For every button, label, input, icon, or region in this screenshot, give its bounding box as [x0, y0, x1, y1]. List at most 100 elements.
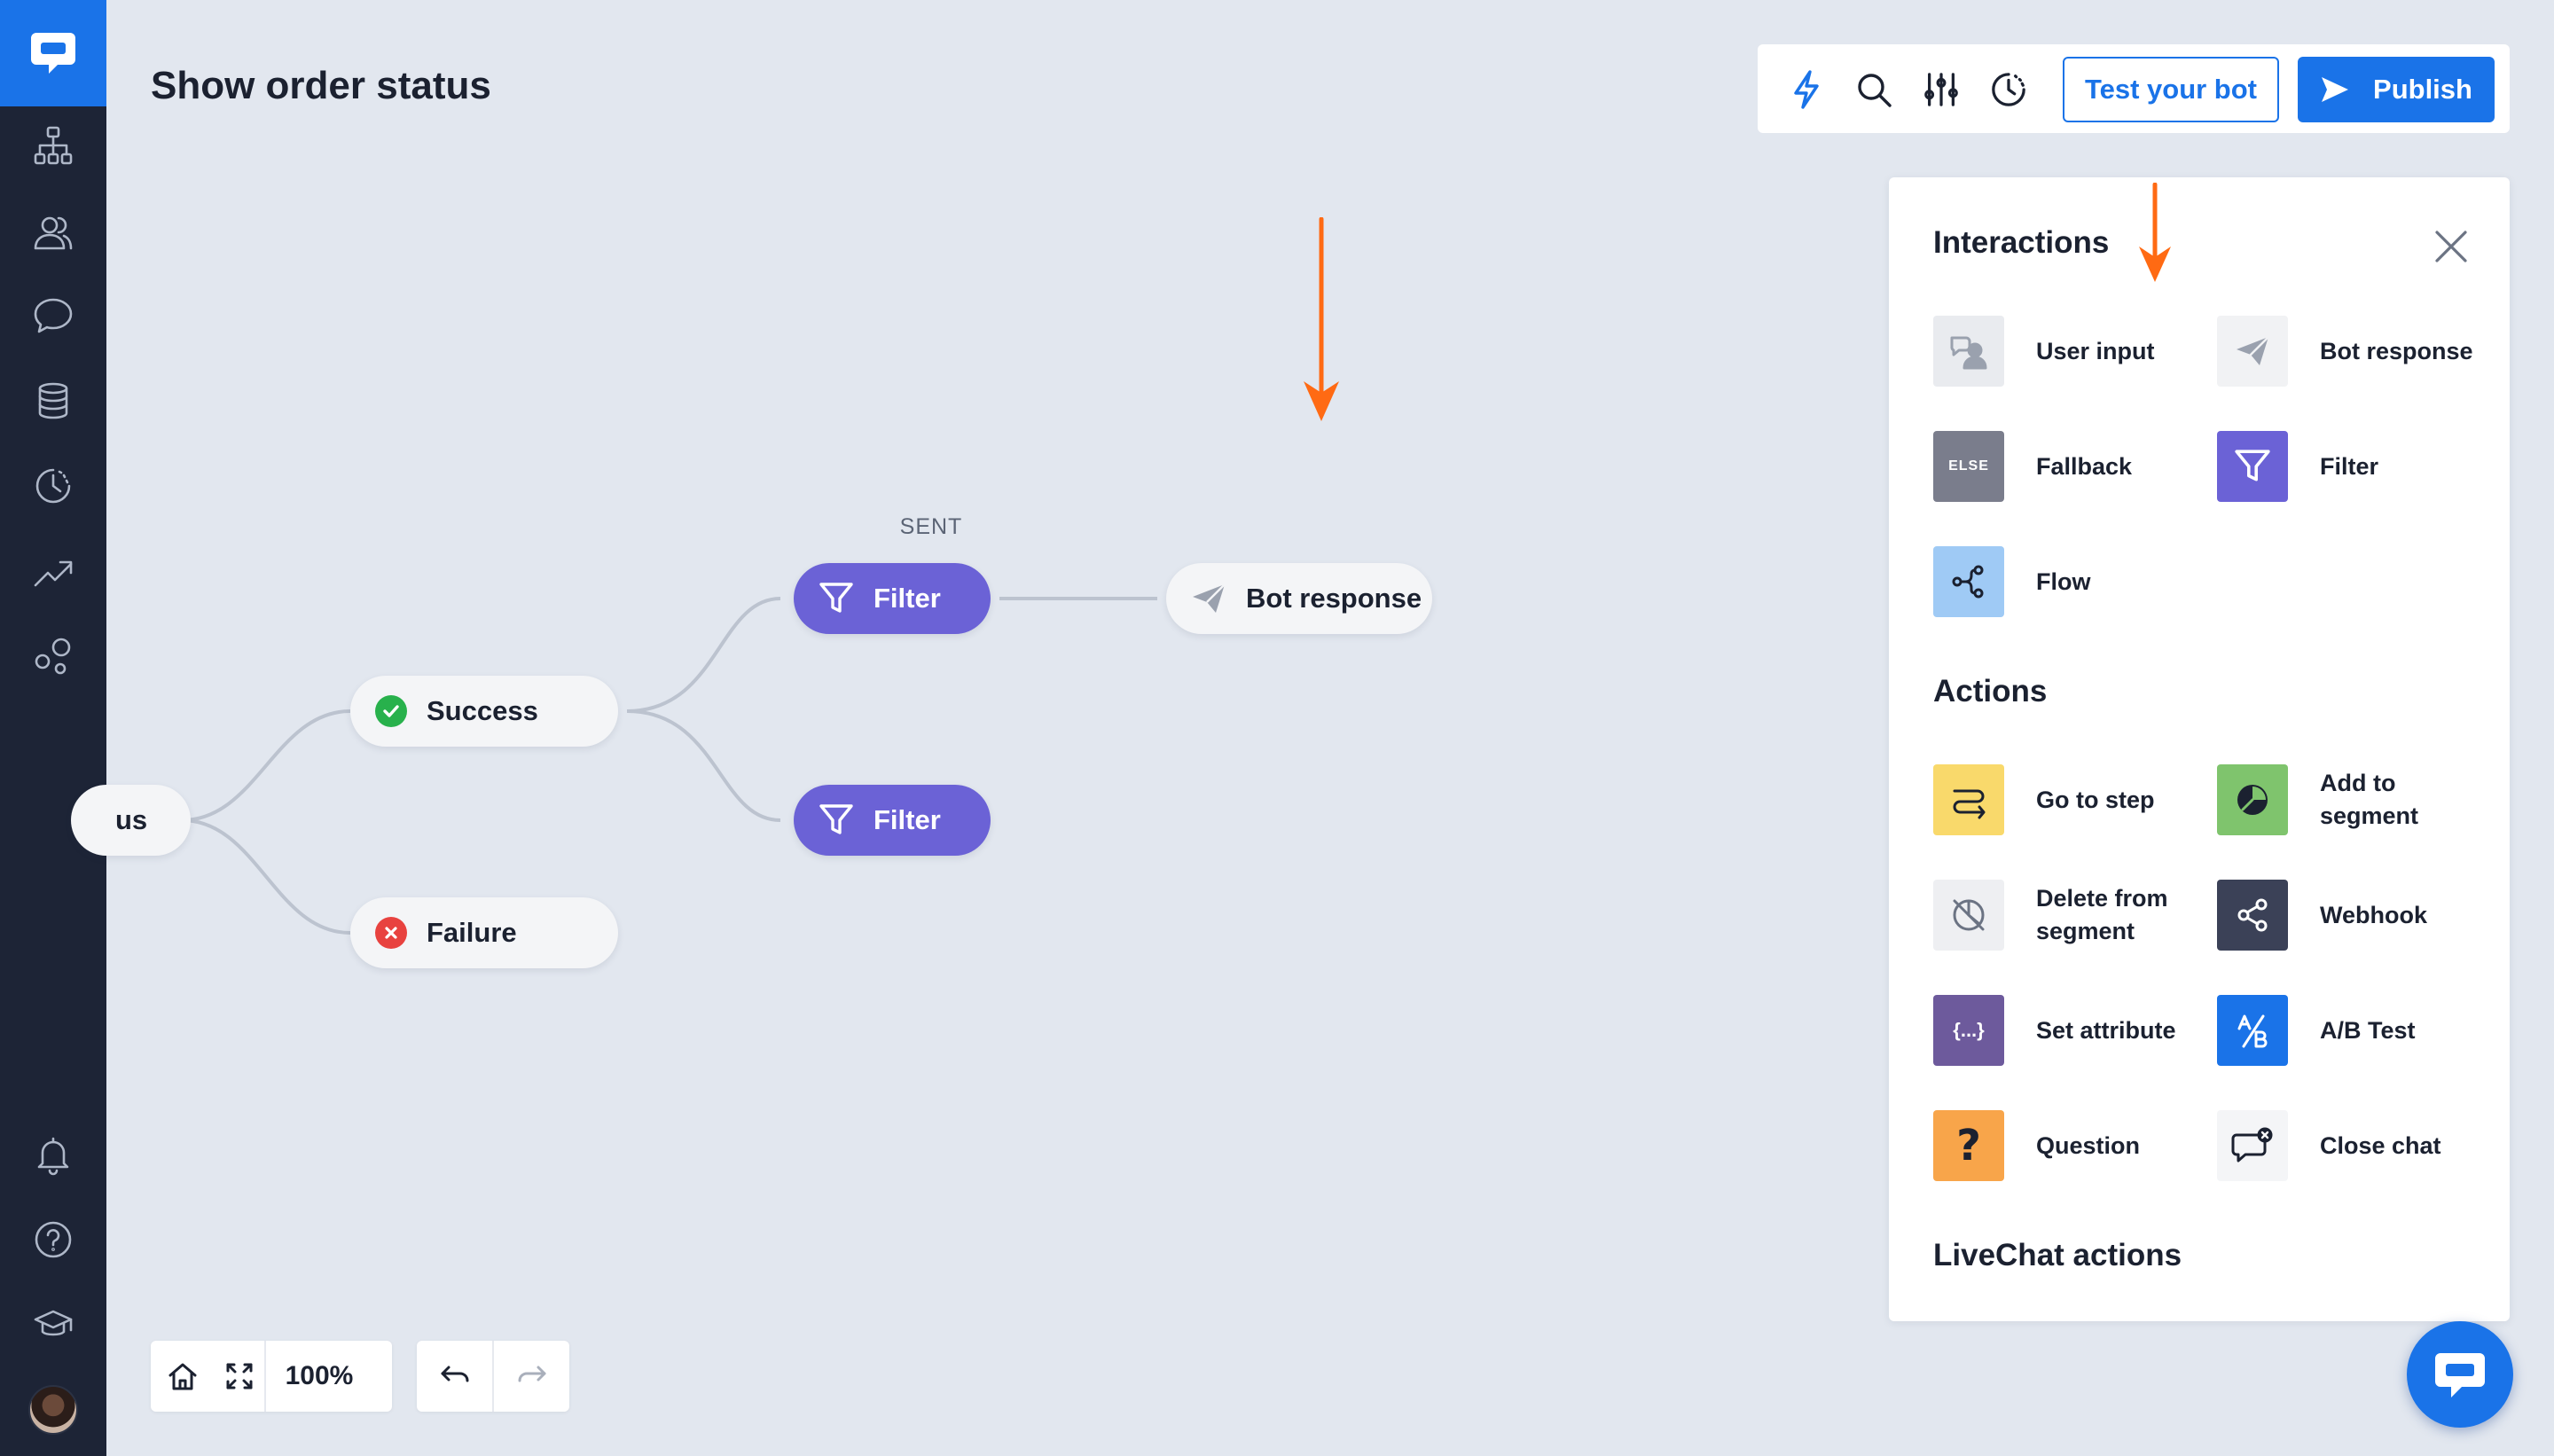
interaction-label: Bot response — [2320, 337, 2473, 364]
database-icon — [38, 382, 68, 419]
sidebar-item-conversations[interactable] — [0, 280, 106, 351]
else-tile-text: ELSE — [1948, 458, 1989, 474]
chat-widget-button[interactable] — [2407, 1321, 2513, 1428]
action-close-chat[interactable]: Close chat — [2217, 1110, 2483, 1181]
sidebar-item-stories[interactable] — [0, 110, 106, 181]
action-go-to-step[interactable]: Go to step — [1933, 764, 2199, 835]
close-panel-button[interactable] — [2432, 227, 2471, 266]
node-failure[interactable]: Failure — [350, 897, 618, 968]
interactions-heading: Interactions — [1933, 225, 2110, 260]
action-add-to-segment[interactable]: Add to segment — [2217, 764, 2483, 835]
action-label: Question — [2036, 1131, 2141, 1159]
view-controls: 100% — [151, 1341, 392, 1412]
sidebar-item-knowledge[interactable] — [0, 365, 106, 436]
interaction-bot-response[interactable]: Bot response — [2217, 316, 2483, 387]
go-to-step-icon — [1933, 764, 2004, 835]
question-tile-text: ? — [1956, 1121, 1981, 1170]
success-check-icon — [375, 695, 407, 727]
sidebar-item-history[interactable] — [0, 450, 106, 521]
interactions-panel: Interactions User input Bot response ELS… — [1889, 177, 2510, 1321]
chat-logo-icon — [31, 33, 75, 74]
sitemap-icon — [34, 126, 73, 165]
set-attribute-tile-text: {...} — [1953, 1019, 1985, 1041]
action-label: Set attribute — [2036, 1016, 2176, 1044]
sidebar-item-help[interactable] — [0, 1204, 106, 1275]
else-icon: ELSE — [1933, 431, 2004, 502]
paper-plane-icon — [1193, 583, 1226, 613]
clock-history-icon — [35, 468, 71, 504]
action-label: Webhook — [2320, 901, 2427, 928]
interaction-user-input[interactable]: User input — [1933, 316, 2199, 387]
history-controls — [417, 1341, 569, 1412]
flow-icon — [1933, 546, 2004, 617]
close-chat-icon — [2217, 1110, 2288, 1181]
trend-chart-icon — [34, 560, 73, 587]
sidebar-item-audience[interactable] — [0, 197, 106, 268]
graduation-cap-icon — [34, 1310, 73, 1336]
close-icon — [2435, 231, 2467, 262]
action-ab-test[interactable]: A/B Test — [2217, 995, 2483, 1066]
bell-icon — [37, 1137, 69, 1176]
action-webhook[interactable]: Webhook — [2217, 880, 2483, 951]
action-question[interactable]: ? Question — [1933, 1110, 2199, 1181]
chat-bubble-icon — [34, 298, 73, 333]
node-label: Success — [427, 695, 538, 726]
user-avatar[interactable] — [28, 1385, 78, 1435]
interaction-fallback[interactable]: ELSE Fallback — [1933, 431, 2199, 502]
interaction-label: Fallback — [2036, 452, 2133, 480]
ab-test-icon — [2217, 995, 2288, 1066]
node-filter-2[interactable]: Filter — [794, 785, 991, 856]
node-success[interactable]: Success — [350, 676, 618, 747]
sidebar-item-reports[interactable] — [0, 536, 106, 607]
sidebar-item-notifications[interactable] — [0, 1119, 106, 1190]
zoom-level-button[interactable]: 100% — [266, 1341, 372, 1412]
fit-view-button[interactable] — [215, 1341, 264, 1412]
undo-button[interactable] — [417, 1341, 492, 1412]
action-label: Close chat — [2320, 1131, 2441, 1159]
home-button[interactable] — [151, 1341, 215, 1412]
node-label: Filter — [874, 583, 941, 614]
node-label: Failure — [427, 917, 517, 948]
interaction-label: User input — [2036, 337, 2155, 364]
annotation-arrow-icon — [1304, 217, 1339, 421]
node-label: Bot response — [1246, 583, 1422, 614]
action-set-attribute[interactable]: {...} Set attribute — [1933, 995, 2199, 1066]
webhook-share-icon — [2217, 880, 2288, 951]
segment-remove-icon — [1933, 880, 2004, 951]
sidebar-item-integrations[interactable] — [0, 621, 106, 692]
users-icon — [34, 216, 73, 250]
filter-icon — [2217, 431, 2288, 502]
failure-x-icon — [375, 917, 407, 949]
filter-icon — [819, 804, 853, 834]
home-icon — [168, 1363, 197, 1390]
bubbles-icon — [35, 638, 71, 675]
segment-pie-icon — [2217, 764, 2288, 835]
livechat-actions-heading: LiveChat actions — [1933, 1238, 2182, 1272]
actions-heading: Actions — [1933, 674, 2048, 708]
sidebar-item-academy[interactable] — [0, 1289, 106, 1360]
redo-button[interactable] — [494, 1341, 569, 1412]
expand-icon — [226, 1363, 253, 1389]
zoom-level: 100% — [285, 1361, 354, 1390]
sidebar — [0, 0, 106, 1456]
interaction-flow[interactable]: Flow — [1933, 546, 2199, 617]
app-logo[interactable] — [0, 0, 106, 106]
set-attribute-icon: {...} — [1933, 995, 2004, 1066]
user-input-icon — [1933, 316, 2004, 387]
action-label: Add to segment — [2320, 770, 2419, 829]
interaction-filter[interactable]: Filter — [2217, 431, 2483, 502]
node-bot-response[interactable]: Bot response — [1166, 563, 1432, 634]
interaction-label: Filter — [2320, 452, 2379, 480]
paper-plane-icon — [2217, 316, 2288, 387]
undo-icon — [441, 1366, 468, 1382]
filter-icon — [819, 583, 853, 613]
node-order-status-partial[interactable]: us — [71, 785, 191, 856]
redo-icon — [518, 1366, 545, 1382]
action-delete-from-segment[interactable]: Delete from segment — [1933, 880, 2199, 951]
help-icon — [35, 1221, 72, 1258]
node-label: Filter — [874, 804, 941, 835]
sent-label: SENT — [899, 514, 963, 539]
annotation-arrow-icon — [2139, 183, 2171, 282]
action-label: A/B Test — [2320, 1016, 2416, 1044]
node-filter-sent[interactable]: Filter — [794, 563, 991, 634]
